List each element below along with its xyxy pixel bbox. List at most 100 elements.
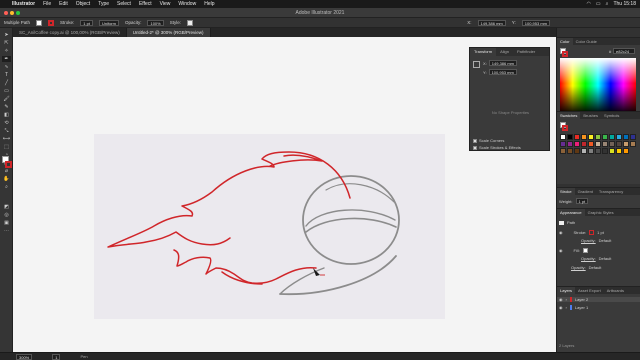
tab-document-1[interactable]: SC_AnilCoffee copy.ai @ 100,00% (RGB/Pre… (13, 28, 127, 37)
swatch[interactable] (602, 141, 608, 147)
tab-pathfinder[interactable]: Pathfinder (513, 48, 539, 56)
scale-corners-checkbox[interactable] (473, 138, 477, 143)
rectangle-tool-icon[interactable]: ▭ (2, 88, 11, 94)
tab-transparency[interactable]: Transparency (596, 188, 626, 195)
tab-graphic-styles[interactable]: Graphic Styles (585, 209, 617, 216)
swatch[interactable] (623, 141, 629, 147)
reference-point-icon[interactable] (473, 61, 480, 68)
swatch[interactable] (602, 134, 608, 140)
tab-gradient[interactable]: Gradient (575, 188, 596, 195)
tab-swatches[interactable]: Swatches (557, 112, 581, 119)
layer-expand-icon[interactable]: › (566, 305, 567, 310)
clock[interactable]: Thu 15:18 (613, 1, 636, 7)
swatch[interactable] (623, 134, 629, 140)
swatch[interactable] (560, 148, 566, 154)
menu-view[interactable]: View (160, 1, 171, 7)
zoom-tool-icon[interactable]: ⌕ (2, 184, 11, 190)
swatch[interactable] (588, 134, 594, 140)
menu-select[interactable]: Select (117, 1, 131, 7)
tab-artboards[interactable]: Artboards (604, 287, 627, 294)
app-menu[interactable]: Illustrator (12, 1, 35, 7)
menu-edit[interactable]: Edit (59, 1, 68, 7)
tab-symbols[interactable]: Symbols (601, 112, 622, 119)
opacity-field[interactable]: 100% (147, 19, 164, 26)
y-field[interactable]: 100,953 mm (521, 19, 550, 26)
appearance-fill-opacity-row[interactable]: Opacity: Default (581, 256, 611, 261)
visibility-eye-icon[interactable]: ◉ (559, 230, 563, 235)
scale-strokes-row[interactable]: Scale Strokes & Effects (473, 145, 521, 150)
swatch[interactable] (616, 134, 622, 140)
swatch[interactable] (616, 141, 622, 147)
paintbrush-tool-icon[interactable]: 🖌 (2, 96, 11, 102)
layer-row-2[interactable]: ◉ › Layer 2 (557, 297, 640, 302)
search-icon[interactable]: ⌕ (606, 1, 609, 7)
scale-strokes-checkbox[interactable] (473, 145, 477, 150)
screen-mode-icon[interactable]: ▣ (2, 220, 11, 226)
width-tool-icon[interactable]: ⟷ (2, 136, 11, 142)
transform-x-field[interactable]: 149,386 mm (488, 60, 518, 66)
appearance-path-row[interactable]: Path (559, 220, 575, 225)
menu-file[interactable]: File (43, 1, 51, 7)
line-tool-icon[interactable]: ╱ (2, 80, 11, 86)
swatch[interactable] (567, 134, 573, 140)
color-spectrum[interactable] (560, 58, 636, 114)
tab-transform[interactable]: Transform (470, 48, 497, 56)
draw-mode-icon[interactable]: ◎ (2, 212, 11, 218)
swatches-stroke-icon[interactable] (562, 125, 568, 131)
swatch[interactable] (623, 148, 629, 154)
battery-icon[interactable]: ▭ (596, 1, 601, 7)
pen-tool-icon[interactable]: ✒ (2, 56, 11, 62)
tab-appearance[interactable]: Appearance (557, 209, 585, 216)
layer-name[interactable]: Layer 2 (575, 297, 588, 302)
appearance-stroke-swatch[interactable] (589, 230, 595, 235)
stroke-swatch[interactable] (48, 19, 55, 26)
tab-stroke[interactable]: Stroke (557, 188, 575, 195)
layer-name[interactable]: Layer 1 (575, 305, 588, 310)
path-opacity-label[interactable]: Opacity: (571, 265, 586, 270)
more-tools-icon[interactable]: ⋯ (2, 228, 11, 234)
color-mode-icon[interactable]: ◩ (2, 204, 11, 210)
direct-selection-tool-icon[interactable]: ⇱ (2, 40, 11, 46)
fill-opacity-label[interactable]: Opacity: (581, 256, 596, 261)
tab-color-guide[interactable]: Color Guide (573, 38, 600, 45)
swatch[interactable] (588, 141, 594, 147)
swatch[interactable] (609, 148, 615, 154)
tab-color[interactable]: Color (557, 38, 573, 45)
tab-asset-export[interactable]: Asset Export (575, 287, 604, 294)
wifi-icon[interactable]: ◠ (587, 1, 591, 7)
pencil-tool-icon[interactable]: ✎ (2, 104, 11, 110)
swatch[interactable] (595, 141, 601, 147)
swatch[interactable] (581, 141, 587, 147)
menu-window[interactable]: Window (178, 1, 196, 7)
appearance-fill-row[interactable]: ◉ Fill: (559, 248, 588, 253)
zoom-field[interactable]: 300% (16, 353, 33, 360)
stroke-weight-field[interactable]: 1 pt (80, 19, 93, 26)
menu-type[interactable]: Type (98, 1, 109, 7)
stroke-color-icon[interactable] (5, 161, 12, 168)
artboard-navigator[interactable]: 1 (52, 353, 61, 360)
swatch[interactable] (630, 134, 636, 140)
swatch[interactable] (574, 141, 580, 147)
magic-wand-tool-icon[interactable]: ✧ (2, 48, 11, 54)
appearance-stroke-opacity-row[interactable]: Opacity: Default (581, 238, 611, 243)
layer-row-1[interactable]: ◉ › Layer 1 (559, 305, 588, 310)
appearance-stroke-weight[interactable]: 1 pt (597, 230, 604, 235)
hex-field[interactable]: e82c24 (613, 48, 635, 54)
appearance-path-opacity-row[interactable]: Opacity: Default (571, 265, 601, 270)
swatch[interactable] (581, 134, 587, 140)
curvature-tool-icon[interactable]: ∿ (2, 64, 11, 70)
swatch[interactable] (602, 148, 608, 154)
rotate-tool-icon[interactable]: ⟲ (2, 120, 11, 126)
swatch[interactable] (574, 134, 580, 140)
swatch[interactable] (567, 148, 573, 154)
swatch[interactable] (595, 134, 601, 140)
style-swatch[interactable] (186, 19, 193, 26)
x-field[interactable]: 149,386 mm (477, 19, 506, 26)
hand-tool-icon[interactable]: ✋ (2, 176, 11, 182)
swatch[interactable] (581, 148, 587, 154)
selection-tool-icon[interactable]: ➤ (2, 32, 11, 38)
swatch[interactable] (567, 141, 573, 147)
fill-swatch[interactable] (36, 19, 43, 26)
flame-paths[interactable] (107, 151, 351, 285)
swatch[interactable] (560, 134, 566, 140)
